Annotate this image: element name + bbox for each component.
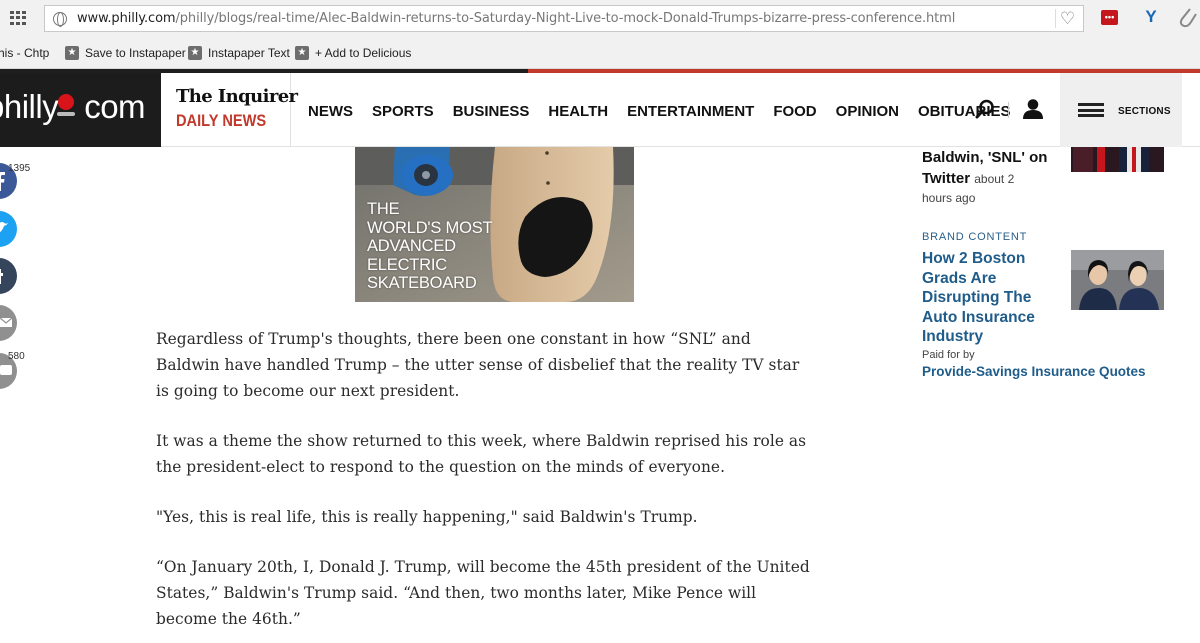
heart-icon[interactable]: ♡ [1055, 9, 1077, 28]
apps-grid-icon[interactable] [10, 11, 26, 25]
inquirer-name: The Inquirer [176, 86, 298, 107]
extension-y-icon[interactable]: Y [1141, 7, 1161, 27]
article-paragraph: Regardless of Trump's thoughts, there be… [156, 330, 800, 400]
brand-content-thumbnail[interactable] [1071, 250, 1164, 310]
daily-news-name: DAILY NEWS [176, 111, 267, 130]
star-icon: ★ [65, 46, 79, 60]
bookmark-label: his - Chtp [0, 46, 50, 60]
brand-content-link[interactable]: How 2 Boston Grads Are Disrupting The Au… [922, 249, 1062, 347]
email-share-button[interactable] [0, 305, 17, 341]
bookmark-label: Instapaper Text [208, 46, 290, 60]
brand-content-label: BRAND CONTENT [922, 231, 1028, 243]
sections-menu-button[interactable]: SECTIONS [1060, 73, 1182, 147]
related-story-link[interactable]: Baldwin, 'SNL' on Twitter about 2 [922, 147, 1062, 190]
nav-sports[interactable]: SPORTS [372, 103, 434, 120]
inquirer-logo[interactable]: The Inquirer DAILY NEWS [161, 73, 298, 147]
nav-food[interactable]: FOOD [773, 103, 816, 120]
star-icon: ★ [295, 46, 309, 60]
search-icon[interactable] [975, 99, 995, 119]
extension-red-icon[interactable]: ••• [1101, 10, 1118, 25]
paperclip-icon[interactable] [1176, 6, 1200, 30]
logo-dot-icon [57, 94, 75, 116]
browser-toolbar: www.philly.com/philly/blogs/real-time/Al… [0, 0, 1200, 38]
nav-divider [1008, 102, 1009, 118]
email-icon [0, 317, 13, 327]
article-body: Regardless of Trump's thoughts, there be… [156, 326, 816, 643]
related-story-time-line2: hours ago [922, 191, 976, 205]
comments-count: 580 [8, 351, 25, 362]
related-story-time: about 2 [974, 172, 1015, 186]
article-paragraph: “On January 20th, I, Donald J. Trump, wi… [156, 558, 810, 628]
bookmark-instapaper-text[interactable]: ★ Instapaper Text [188, 46, 290, 60]
bookmark-save-instapaper[interactable]: ★ Save to Instapaper [65, 46, 186, 60]
hamburger-icon [1078, 103, 1104, 117]
skateboard-ad[interactable]: THE WORLD'S MOST ADVANCED ELECTRIC SKATE… [355, 147, 634, 302]
nav-business[interactable]: BUSINESS [453, 103, 530, 120]
nav-health[interactable]: HEALTH [548, 103, 608, 120]
nav-opinion[interactable]: OPINION [836, 103, 899, 120]
article-paragraph: "Yes, this is real life, this is really … [156, 508, 698, 526]
bookmark-label: Save to Instapaper [85, 46, 186, 60]
brand-content-image [1071, 250, 1164, 310]
sections-label: SECTIONS [1118, 106, 1171, 117]
logo-text: philly com [0, 88, 146, 125]
twitter-icon [0, 221, 8, 233]
ad-headline: THE WORLD'S MOST ADVANCED ELECTRIC SKATE… [367, 200, 493, 292]
bookmark-label: + Add to Delicious [315, 46, 412, 60]
related-story-image [1071, 147, 1164, 172]
address-bar[interactable]: www.philly.com/philly/blogs/real-time/Al… [44, 5, 1084, 32]
bookmarks-bar: his - Chtp ★ Save to Instapaper ★ Instap… [0, 38, 1200, 69]
tumblr-share-button[interactable] [0, 258, 17, 294]
twitter-share-button[interactable] [0, 211, 17, 247]
facebook-share-count: 1395 [8, 163, 31, 174]
nav-obituaries[interactable]: OBITUARIES [918, 103, 1011, 120]
main-nav: NEWS SPORTS BUSINESS HEALTH ENTERTAINMEN… [308, 103, 1030, 120]
bookmark-item[interactable]: his - Chtp [0, 46, 49, 60]
article-paragraph: It was a theme the show returned to this… [156, 432, 807, 476]
site-header: philly com The Inquirer DAILY NEWS NEWS … [0, 73, 1200, 147]
globe-icon [53, 12, 67, 27]
nav-news[interactable]: NEWS [308, 103, 353, 120]
sponsor-link[interactable]: Provide-Savings Insurance Quotes [922, 364, 1146, 379]
philly-logo[interactable]: philly com [0, 73, 161, 147]
url-text[interactable]: www.philly.com/philly/blogs/real-time/Al… [77, 11, 955, 26]
paid-for-label: Paid for by [922, 349, 975, 361]
bookmark-add-delicious[interactable]: ★ + Add to Delicious [295, 46, 411, 60]
nav-entertainment[interactable]: ENTERTAINMENT [627, 103, 754, 120]
user-icon[interactable] [1022, 98, 1044, 120]
tumblr-icon [0, 269, 3, 284]
star-icon: ★ [188, 46, 202, 60]
related-story-thumbnail[interactable] [1071, 147, 1164, 172]
